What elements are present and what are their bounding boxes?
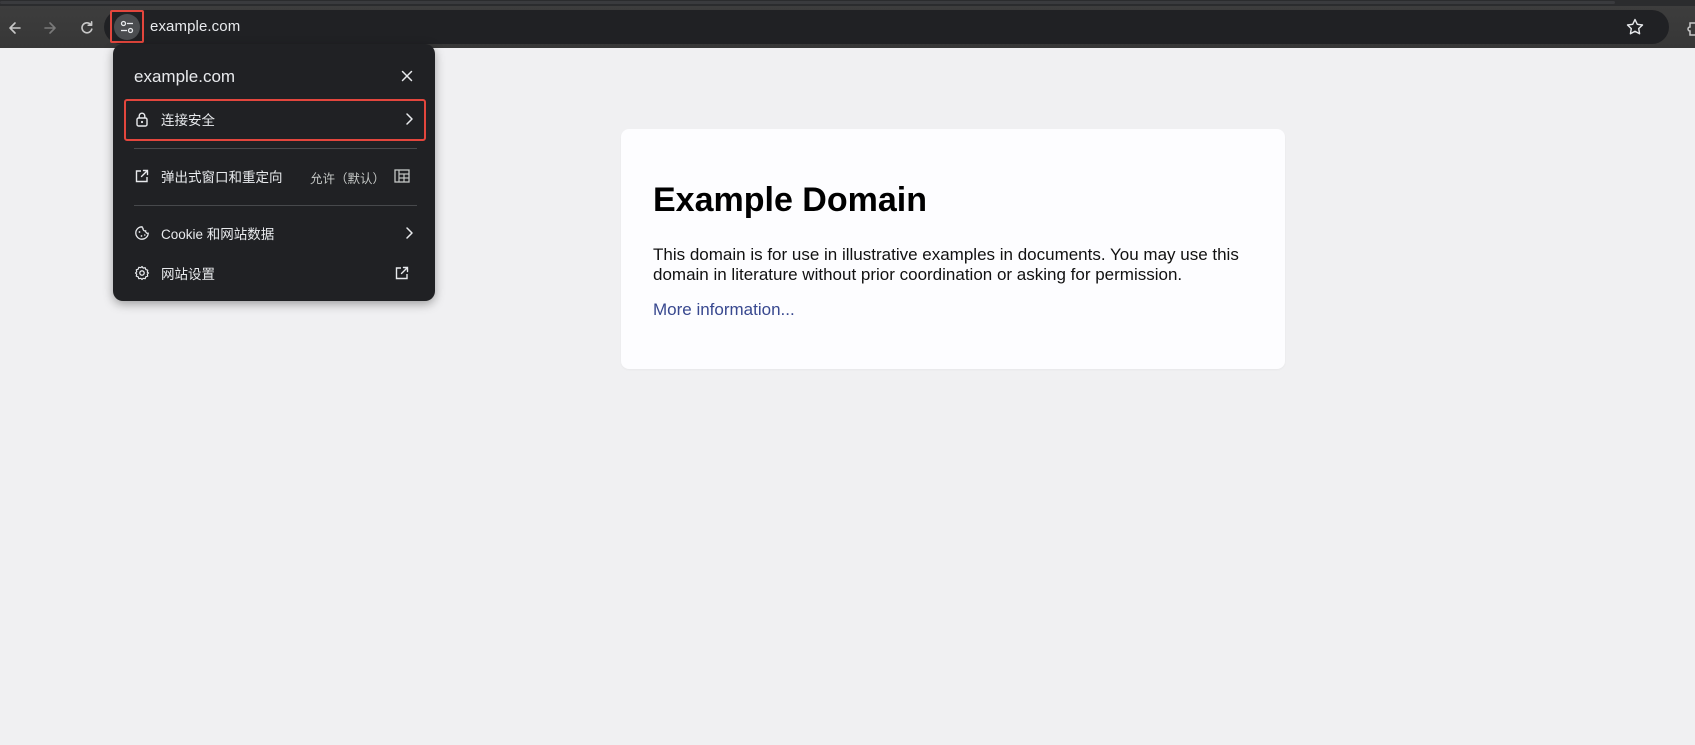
divider (134, 148, 417, 149)
blocked-icon[interactable] (393, 167, 411, 185)
arrow-forward-icon (44, 22, 56, 34)
star-icon[interactable] (1625, 17, 1645, 37)
cookies-site-data-label: Cookie 和网站数据 (161, 227, 275, 242)
address-bar[interactable]: example.com (104, 10, 1669, 44)
popups-redirects-item[interactable]: 弹出式窗口和重定向 允许（默认） (125, 156, 425, 196)
cookies-site-data-item[interactable]: Cookie 和网站数据 (125, 213, 425, 253)
more-information-link[interactable]: More information... (653, 300, 795, 320)
gear-icon (132, 263, 152, 283)
site-info-highlight (110, 10, 144, 43)
close-icon[interactable] (399, 68, 415, 84)
browser-toolbar: example.com (0, 6, 1695, 48)
page-description: This domain is for use in illustrative e… (653, 245, 1239, 284)
connection-security-highlight (124, 99, 426, 141)
chevron-right-icon (406, 227, 413, 239)
cookie-icon (132, 223, 152, 243)
site-info-popup: example.com 连接安全 弹出式窗口和重定向 允许（默认） Cookie… (113, 44, 435, 301)
reload-button[interactable] (74, 15, 100, 41)
reload-icon (81, 21, 93, 34)
divider (134, 205, 417, 206)
open-in-new-icon (395, 266, 409, 280)
site-settings-label: 网站设置 (161, 267, 215, 282)
popup-title: example.com (134, 67, 236, 86)
site-settings-item[interactable]: 网站设置 (125, 253, 425, 293)
open-in-new-icon (132, 166, 152, 186)
forward-button[interactable] (37, 15, 63, 41)
popups-redirects-value[interactable]: 允许（默认） (310, 168, 385, 187)
extensions-icon[interactable] (1687, 20, 1695, 38)
content-card: Example Domain This domain is for use in… (621, 129, 1285, 369)
url-text[interactable]: example.com (150, 18, 240, 35)
back-button[interactable] (2, 15, 28, 41)
popups-redirects-label: 弹出式窗口和重定向 (161, 170, 283, 185)
page-heading: Example Domain (653, 181, 927, 219)
arrow-back-icon (9, 22, 21, 34)
